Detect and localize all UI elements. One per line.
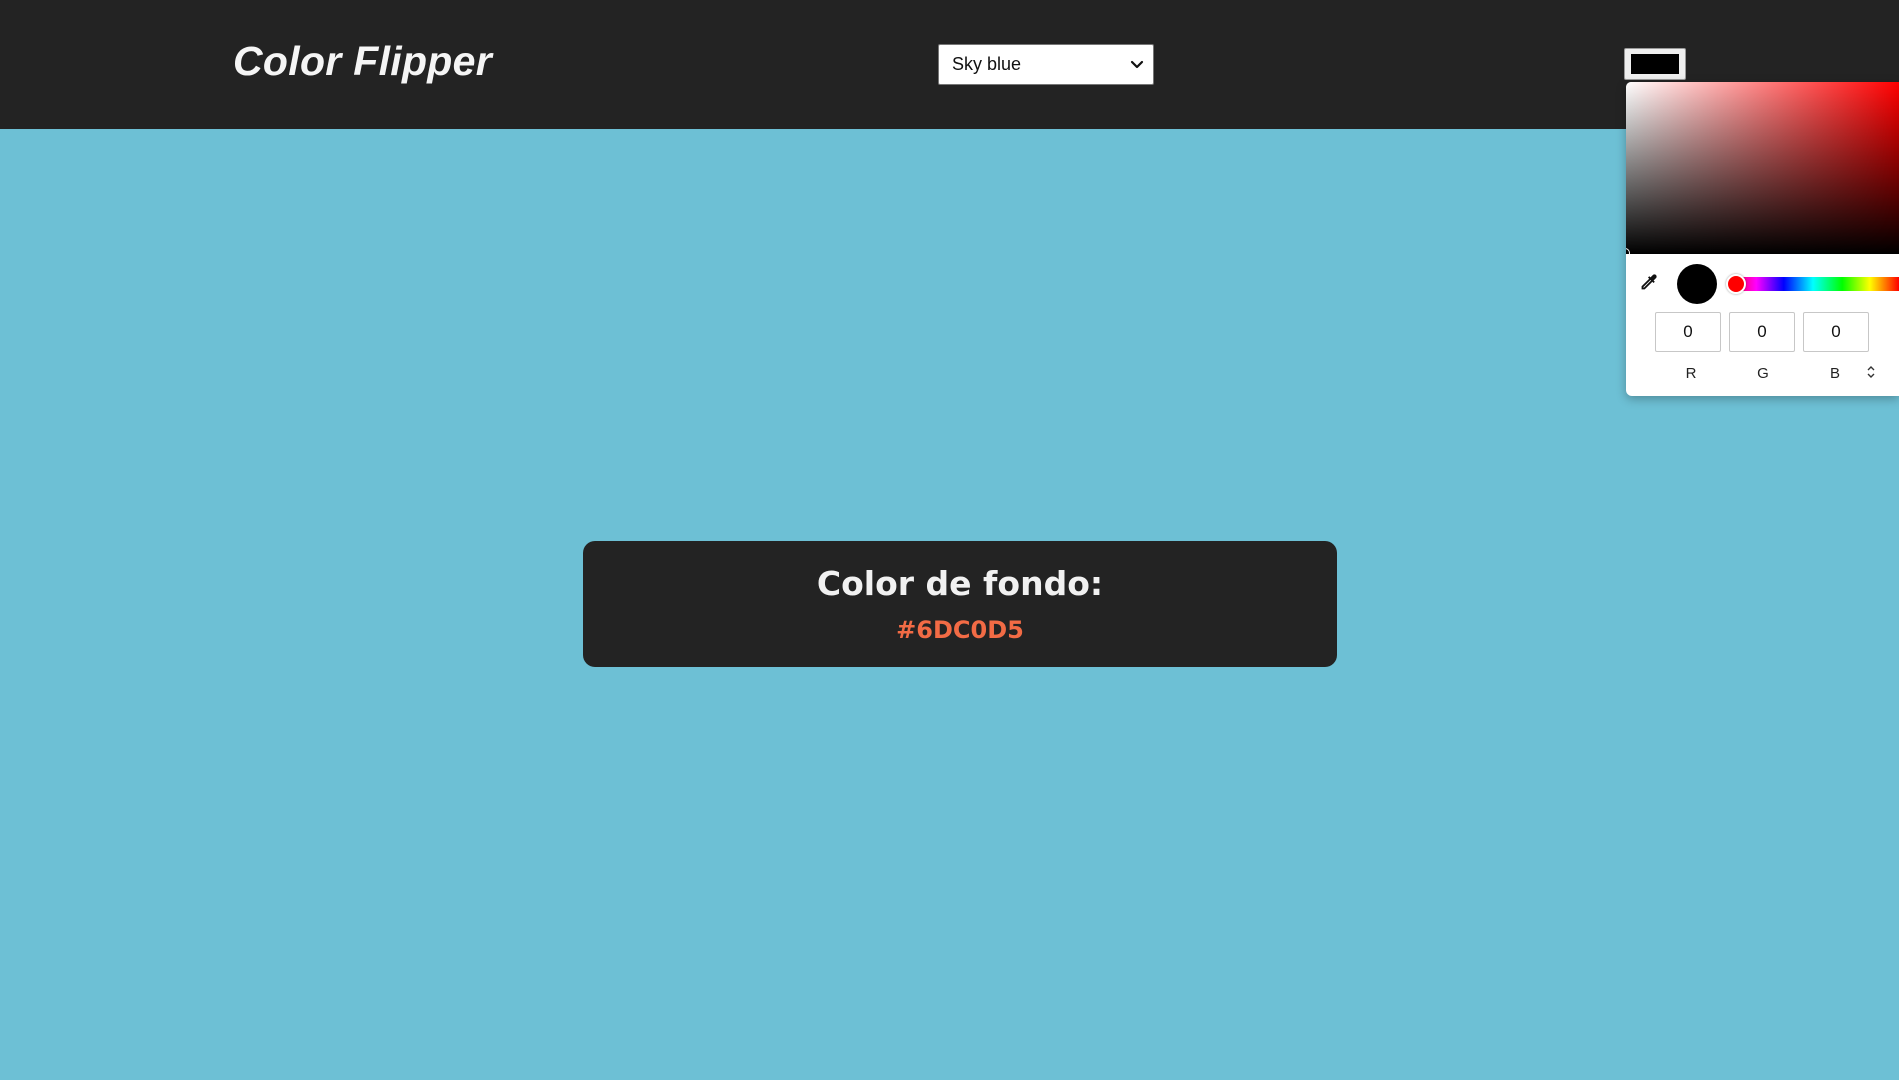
background-info-card: Color de fondo: #6DC0D5 — [583, 541, 1337, 667]
up-down-arrows-icon[interactable] — [1864, 363, 1878, 381]
color-select-value: Sky blue — [952, 54, 1022, 74]
hue-slider[interactable] — [1727, 277, 1899, 291]
red-input[interactable]: 0 — [1655, 312, 1721, 352]
blue-label: B — [1829, 365, 1840, 382]
info-card-title: Color de fondo: — [816, 564, 1104, 603]
chevron-down-icon — [1130, 60, 1144, 69]
background-color-value: #6DC0D5 — [896, 616, 1024, 644]
saturation-value-area[interactable] — [1626, 82, 1899, 254]
color-input-swatch — [1631, 54, 1679, 74]
brand-title: Color Flipper — [233, 38, 493, 84]
hue-slider-thumb[interactable] — [1726, 274, 1746, 294]
navbar: Color Flipper Sky blue — [0, 0, 1899, 129]
color-preview-circle — [1677, 264, 1717, 304]
color-input-button[interactable] — [1624, 48, 1686, 80]
eyedropper-icon[interactable] — [1637, 272, 1659, 294]
blue-input[interactable]: 0 — [1803, 312, 1869, 352]
color-picker-popup: 0 0 0 R G B — [1626, 82, 1899, 396]
green-label: G — [1757, 365, 1769, 382]
red-label: R — [1685, 365, 1697, 382]
color-select[interactable]: Sky blue — [938, 44, 1154, 85]
green-input[interactable]: 0 — [1729, 312, 1795, 352]
